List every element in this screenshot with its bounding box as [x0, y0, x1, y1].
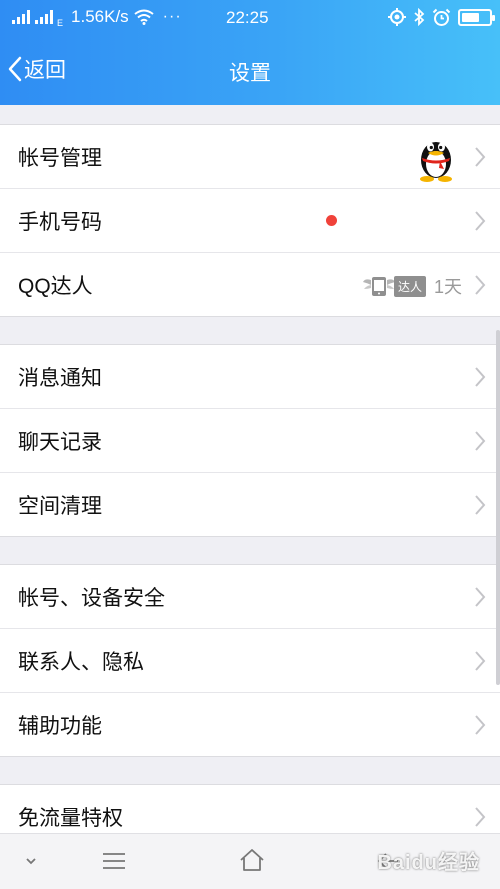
title-bar: 返回 设置	[0, 36, 500, 105]
settings-item-label: 聊天记录	[18, 430, 102, 454]
status-bar: E 1.56K/s ··· 22:25	[0, 0, 500, 36]
settings-item-label: 帐号、设备安全	[18, 586, 165, 610]
battery-level	[462, 12, 479, 22]
settings-item-label: 免流量特权	[18, 806, 123, 830]
more-status-icon: ···	[162, 8, 182, 25]
section-gap	[0, 317, 500, 345]
chevron-right-icon	[475, 495, 486, 515]
scrollbar[interactable]	[496, 330, 500, 685]
chevron-right-icon	[475, 431, 486, 451]
chevron-right-icon	[475, 275, 486, 295]
chevron-right-icon	[475, 807, 486, 827]
page-title: 设置	[229, 62, 271, 85]
chevron-right-icon	[475, 587, 486, 607]
menu-icon[interactable]	[102, 852, 126, 870]
settings-item-accessibility[interactable]: 辅助功能	[0, 693, 500, 757]
signal-icon	[35, 10, 53, 24]
chevron-right-icon	[475, 367, 486, 387]
settings-item-phone-number[interactable]: 手机号码	[0, 189, 500, 253]
status-time: 22:25	[226, 8, 269, 27]
qq-penguin-avatar	[420, 142, 452, 182]
watermark: Baidu经验	[377, 852, 480, 874]
settings-item-contacts-privacy[interactable]: 联系人、隐私	[0, 629, 500, 693]
battery-icon	[458, 8, 495, 26]
settings-item-account-management[interactable]: 帐号管理	[0, 125, 500, 189]
status-right	[388, 6, 495, 28]
bluetooth-icon	[414, 8, 425, 26]
system-nav-bar: Baidu经验	[0, 833, 500, 889]
chevron-right-icon	[475, 211, 486, 231]
settings-item-label: QQ达人	[18, 274, 93, 298]
location-icon	[388, 8, 406, 26]
settings-list: 帐号管理 手机号码 QQ达人 达人 1天 消息通知 聊天记录 空间清理 帐号、设…	[0, 105, 500, 849]
chevron-right-icon	[475, 715, 486, 735]
chevron-down-icon[interactable]	[24, 856, 38, 866]
talent-badge: 达人	[362, 274, 426, 298]
talent-days: 1天	[433, 277, 462, 297]
network-speed: 1.56K/s	[71, 7, 129, 26]
talent-info: 达人 1天	[362, 273, 462, 299]
status-left: E 1.56K/s ···	[12, 6, 182, 28]
settings-item-label: 联系人、隐私	[18, 650, 144, 674]
home-icon[interactable]	[239, 848, 265, 872]
section-gap	[0, 757, 500, 785]
settings-item-label: 空间清理	[18, 494, 102, 518]
section-gap	[0, 105, 500, 125]
winged-phone-icon	[362, 277, 395, 296]
settings-item-label: 消息通知	[18, 366, 102, 390]
chevron-right-icon	[475, 651, 486, 671]
signal-icon	[12, 10, 30, 24]
talent-badge-label: 达人	[393, 275, 426, 297]
wifi-icon	[134, 9, 154, 25]
alarm-icon	[432, 8, 451, 26]
settings-item-qq-talent[interactable]: QQ达人 达人 1天	[0, 253, 500, 317]
app-header: E 1.56K/s ··· 22:25 返回 设置	[0, 0, 500, 105]
network-type-icon: E	[57, 18, 64, 28]
chevron-right-icon	[475, 147, 486, 167]
red-dot-badge	[326, 215, 337, 226]
settings-item-label: 帐号管理	[18, 146, 102, 170]
settings-item-chat-history[interactable]: 聊天记录	[0, 409, 500, 473]
settings-item-account-device-security[interactable]: 帐号、设备安全	[0, 565, 500, 629]
settings-item-message-notification[interactable]: 消息通知	[0, 345, 500, 409]
settings-item-label: 手机号码	[18, 210, 102, 234]
section-gap	[0, 537, 500, 565]
settings-item-label: 辅助功能	[18, 714, 102, 738]
settings-item-storage-cleanup[interactable]: 空间清理	[0, 473, 500, 537]
